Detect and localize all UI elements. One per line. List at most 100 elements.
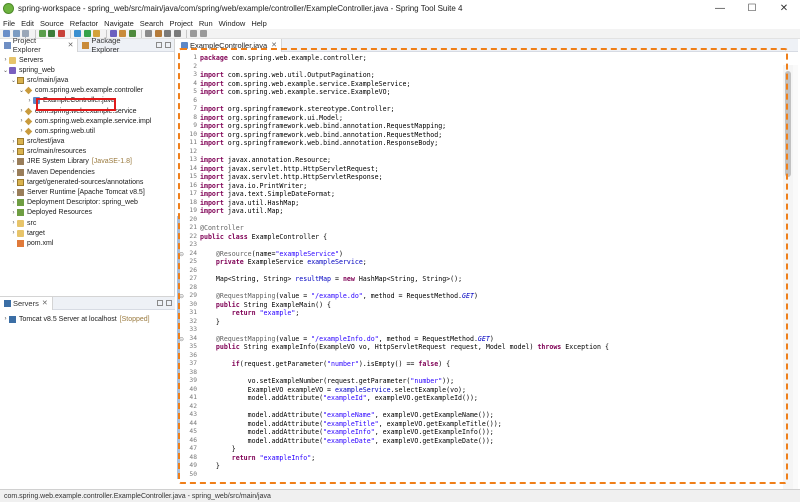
tab-package-explorer[interactable]: Package Explorer [78,36,153,54]
menu-project[interactable]: Project [170,19,193,28]
code-line[interactable]: @RequestMapping(value = "/exampleInfo.do… [200,335,494,344]
code-line[interactable]: private ExampleService exampleService; [200,258,367,267]
minimize-view-icon[interactable] [156,42,162,48]
expand-arrow-icon[interactable]: › [10,190,17,196]
menu-run[interactable]: Run [199,19,213,28]
previous-annotation-icon[interactable] [173,30,181,37]
code-line[interactable]: import java.util.HashMap; [200,199,299,208]
minimize-button[interactable]: — [704,0,736,17]
tree-item[interactable]: › JRE System Library [JavaSE-1.8] [0,157,174,167]
tree-item[interactable]: › ExampleController.java [0,96,174,106]
expand-arrow-icon[interactable]: › [10,179,17,185]
debug-icon[interactable] [74,30,81,37]
code-line[interactable]: import org.springframework.ui.Model; [200,114,343,123]
maximize-button[interactable]: ☐ [736,0,768,17]
vertical-scrollbar[interactable] [783,65,793,498]
new-icon[interactable] [3,30,10,37]
menu-help[interactable]: Help [251,19,266,28]
scrollbar-thumb[interactable] [785,71,791,177]
code-line[interactable]: import java.util.Map; [200,207,283,216]
tree-item[interactable]: › target/generated-sources/annotations [0,177,174,187]
code-line[interactable]: return "example"; [200,309,300,318]
server-row[interactable]: › Tomcat v8.5 Server at localhost [Stopp… [0,314,175,324]
expand-arrow-icon[interactable]: › [10,210,17,216]
code-line[interactable]: ExampleVO exampleVO = exampleService.sel… [200,386,466,395]
menu-search[interactable]: Search [140,19,164,28]
minimize-view-icon[interactable] [157,300,163,306]
expand-arrow-icon[interactable]: › [10,139,17,145]
code-line[interactable]: import com.spring.web.example.service.Ex… [200,88,391,97]
tree-item[interactable]: › Deployed Resources [0,208,174,218]
code-line[interactable]: public String exampleInfo(ExampleVO vo, … [200,343,609,352]
code-line[interactable]: model.addAttribute("exampleId", exampleV… [200,394,478,403]
close-icon[interactable]: ✕ [68,41,74,49]
tree-item[interactable]: ⌄ com.spring.web.example.controller [0,86,174,96]
next-annotation-icon[interactable] [164,30,171,37]
close-icon[interactable]: ✕ [271,41,277,49]
maximize-view-icon[interactable] [165,42,171,48]
back-icon[interactable] [190,30,197,37]
expand-arrow-icon[interactable]: ⌄ [18,87,25,94]
code-line[interactable]: import com.spring.web.example.service.Ex… [200,80,410,89]
code-line[interactable]: vo.setExampleNumber(request.getParameter… [200,377,454,386]
tab-servers[interactable]: Servers ✕ [0,296,53,310]
code-line[interactable]: import com.spring.web.util.OutputPaginat… [200,71,375,80]
maximize-view-icon[interactable] [166,300,172,306]
tree-item[interactable]: › src [0,218,174,228]
menu-source[interactable]: Source [40,19,64,28]
tab-example-controller[interactable]: ExampleController.java ✕ [177,38,282,52]
expand-arrow-icon[interactable]: ⌄ [2,67,9,74]
tree-item[interactable]: › src/main/resources [0,147,174,157]
tree-item[interactable]: › Deployment Descriptor: spring_web [0,198,174,208]
tree-item[interactable]: › src/test/java [0,137,174,147]
tree-item[interactable]: › Server Runtime [Apache Tomcat v8.5] [0,187,174,197]
code-line[interactable]: } [200,318,220,327]
code-line[interactable]: import org.springframework.web.bind.anno… [200,122,446,131]
search-icon[interactable] [154,30,162,37]
close-icon[interactable]: ✕ [42,299,48,307]
close-window-button[interactable]: ✕ [768,0,800,17]
expand-arrow-icon[interactable]: › [10,169,17,175]
forward-icon[interactable] [199,30,207,37]
expand-arrow-icon[interactable]: › [26,98,33,104]
tree-item[interactable]: › com.spring.web.util [0,126,174,136]
menu-refactor[interactable]: Refactor [70,19,98,28]
tree-item[interactable]: › Servers [0,55,174,65]
code-line[interactable]: package com.spring.web.example.controlle… [200,54,367,63]
tree-item[interactable]: ⌄ src/main/java [0,75,174,85]
menu-edit[interactable]: Edit [21,19,34,28]
run-icon[interactable] [83,30,91,37]
code-line[interactable]: model.addAttribute("exampleDate", exampl… [200,437,494,446]
expand-arrow-icon[interactable]: ⌄ [10,77,17,84]
expand-arrow-icon[interactable]: › [10,149,17,155]
code-line[interactable]: @RequestMapping(value = "/example.do", m… [200,292,478,301]
code-line[interactable]: import java.text.SimpleDateFormat; [200,190,335,199]
code-line[interactable]: public String ExampleMain() { [200,301,331,310]
code-line[interactable]: public class ExampleController { [200,233,327,242]
menu-file[interactable]: File [3,19,15,28]
code-area[interactable]: 1 2 3 4 5 6 7 8 9 10 11 12 13 14 15 16 17 18 19 20 21 22 23 24 ⊖… [177,52,798,498]
code-line[interactable]: } [200,445,236,454]
expand-arrow-icon[interactable]: › [2,57,9,63]
code-line[interactable]: import java.io.PrintWriter; [200,182,307,191]
code-line[interactable]: import org.springframework.web.bind.anno… [200,131,442,140]
tree-item[interactable]: pom.xml [0,238,174,248]
code-line[interactable]: import org.springframework.stereotype.Co… [200,105,395,114]
tree-item[interactable]: ⌄ spring_web [0,65,174,75]
expand-arrow-icon[interactable]: › [10,159,17,165]
tree-item[interactable]: › target [0,228,174,238]
menu-window[interactable]: Window [219,19,246,28]
expand-arrow-icon[interactable]: › [10,220,17,226]
code-line[interactable]: @Controller [200,224,244,233]
code-line[interactable]: import javax.servlet.http.HttpServletRes… [200,173,383,182]
expand-arrow-icon[interactable]: › [10,200,17,206]
tree-item[interactable]: › Maven Dependencies [0,167,174,177]
source-code[interactable]: package com.spring.web.example.controlle… [200,52,782,485]
code-line[interactable]: if(request.getParameter("number").isEmpt… [200,360,450,369]
code-line[interactable]: import javax.servlet.http.HttpServletReq… [200,165,379,174]
expand-arrow-icon[interactable]: › [10,230,17,236]
menu-navigate[interactable]: Navigate [104,19,134,28]
code-line[interactable]: } [200,462,220,471]
overview-ruler[interactable] [793,65,798,498]
code-line[interactable]: @Resource(name="exampleService") [200,250,343,259]
